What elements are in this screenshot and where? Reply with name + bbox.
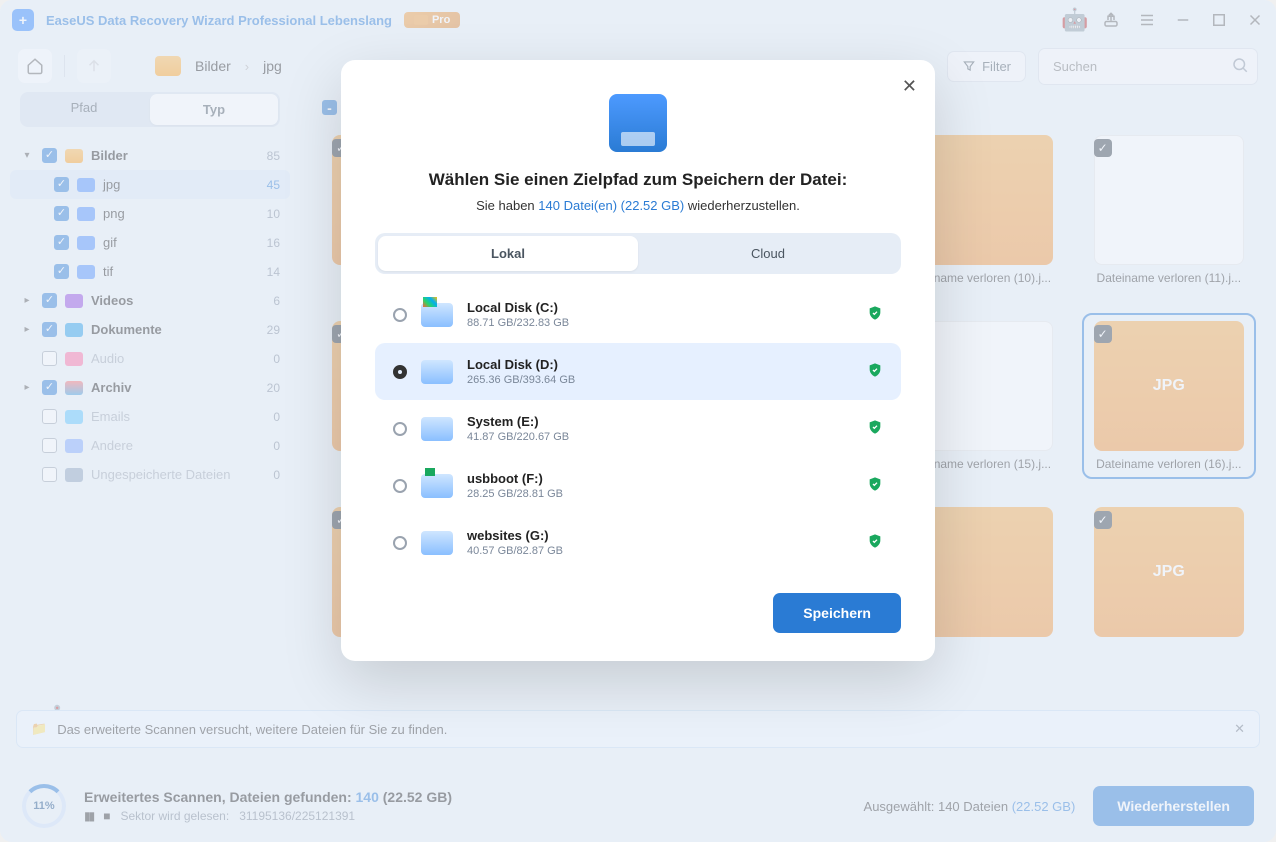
drive-size: 41.87 GB/220.67 GB — [467, 431, 853, 443]
radio[interactable] — [393, 365, 407, 379]
save-icon — [609, 94, 667, 152]
drive-list: Local Disk (C:)88.71 GB/232.83 GBLocal D… — [375, 286, 901, 571]
drive-icon — [421, 417, 453, 441]
destination-tabs: Lokal Cloud — [375, 233, 901, 274]
drive-name: usbboot (F:) — [467, 471, 853, 486]
shield-icon — [867, 533, 883, 552]
drive-name: Local Disk (C:) — [467, 300, 853, 315]
drive-row[interactable]: websites (G:) 40.57 GB/82.87 GB — [375, 514, 901, 571]
tab-cloud[interactable]: Cloud — [638, 236, 898, 271]
modal-subtitle: Sie haben 140 Datei(en) (22.52 GB) wiede… — [375, 198, 901, 213]
drive-size: 265.36 GB/393.64 GB — [467, 374, 853, 386]
shield-icon — [867, 305, 883, 324]
drive-icon — [421, 531, 453, 555]
drive-icon — [421, 360, 453, 384]
tab-lokal[interactable]: Lokal — [378, 236, 638, 271]
drive-size: 28.25 GB/28.81 GB — [467, 488, 853, 500]
drive-icon — [421, 474, 453, 498]
drive-row[interactable]: System (E:) 41.87 GB/220.67 GB — [375, 400, 901, 457]
shield-icon — [867, 476, 883, 495]
shield-icon — [867, 362, 883, 381]
radio[interactable] — [393, 479, 407, 493]
drive-name: System (E:) — [467, 414, 853, 429]
app-window: EaseUS Data Recovery Wizard Professional… — [0, 0, 1276, 842]
drive-size: 40.57 GB/82.87 GB — [467, 545, 853, 557]
save-button[interactable]: Speichern — [773, 593, 901, 633]
shield-icon — [867, 419, 883, 438]
modal-title: Wählen Sie einen Zielpfad zum Speichern … — [375, 170, 901, 190]
radio[interactable] — [393, 308, 407, 322]
drive-row[interactable]: usbboot (F:) 28.25 GB/28.81 GB — [375, 457, 901, 514]
drive-row[interactable]: Local Disk (C:) 88.71 GB/232.83 GB — [375, 286, 901, 343]
modal-overlay: ✕ Wählen Sie einen Zielpfad zum Speicher… — [0, 0, 1276, 842]
drive-icon — [421, 303, 453, 327]
drive-name: Local Disk (D:) — [467, 357, 853, 372]
radio[interactable] — [393, 422, 407, 436]
modal-close-icon[interactable]: ✕ — [902, 76, 917, 97]
save-destination-modal: ✕ Wählen Sie einen Zielpfad zum Speicher… — [341, 60, 935, 661]
drive-name: websites (G:) — [467, 528, 853, 543]
drive-row[interactable]: Local Disk (D:) 265.36 GB/393.64 GB — [375, 343, 901, 400]
radio[interactable] — [393, 536, 407, 550]
drive-size: 88.71 GB/232.83 GB — [467, 317, 853, 329]
